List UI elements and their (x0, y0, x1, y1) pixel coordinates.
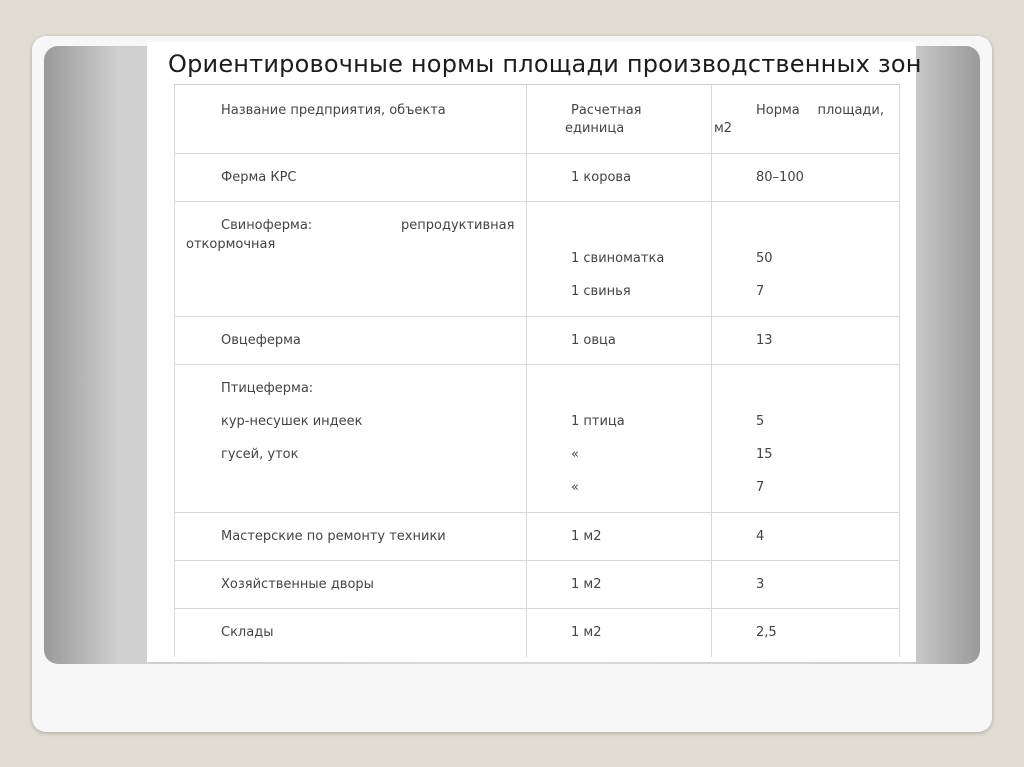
row-name: Птицеферма: кур-несушек индеек гусей, ут… (174, 365, 526, 512)
row-name-part-b: репродуктивная (401, 218, 515, 233)
row-unit: 1 свиноматка 1 свинья (526, 202, 711, 316)
table-row: Птицеферма: кур-несушек индеек гусей, ут… (174, 365, 900, 513)
row-norm-2: 7 (756, 284, 765, 299)
row-unit: 1 корова (526, 154, 711, 201)
table-row: Ферма КРС 1 корова 80–100 (174, 154, 900, 202)
row-name-part-a: Свиноферма: (221, 218, 313, 233)
row-norm: 50 7 (711, 202, 900, 316)
row-unit: 1 м2 (526, 513, 711, 560)
row-unit-2: 1 свинья (571, 284, 631, 299)
header-unit: Расчетная единица (526, 85, 711, 153)
norms-table: Название предприятия, объекта Расчетная … (174, 84, 900, 657)
row-name: Мастерские по ремонту техники (174, 513, 526, 560)
table-row: Овцеферма 1 овца 13 (174, 317, 900, 365)
row-norm: 80–100 (711, 154, 900, 201)
row-name: Овцеферма (174, 317, 526, 364)
table-row: Хозяйственные дворы 1 м2 3 (174, 561, 900, 609)
row-name: Хозяйственные дворы (174, 561, 526, 608)
row-name-2: кур-несушек индеек (221, 414, 363, 429)
row-norm: 3 (711, 561, 900, 608)
row-unit-2: « (571, 447, 579, 462)
row-name-1: Птицеферма: (221, 381, 314, 396)
header-norm-word1: Норма (756, 103, 800, 118)
row-norm: 4 (711, 513, 900, 560)
row-norm: 13 (711, 317, 900, 364)
row-unit: 1 овца (526, 317, 711, 364)
row-norm: 5 15 7 (711, 365, 900, 512)
header-unit-line1: Расчетная (571, 103, 642, 118)
row-norm-1: 5 (756, 414, 765, 429)
header-unit-line2: единица (565, 121, 625, 136)
header-norm-line2: м2 (714, 121, 733, 136)
table-row: Склады 1 м2 2,5 (174, 609, 900, 657)
page-title: Ориентировочные нормы площади производст… (168, 50, 922, 78)
row-norm-3: 7 (756, 480, 765, 495)
header-norm-word2: площади, (817, 103, 884, 118)
row-unit-1: 1 свиноматка (571, 251, 665, 266)
row-name-3: гусей, уток (221, 447, 299, 462)
row-name: Склады (174, 609, 526, 657)
table-row: Свиноферма: репродуктивная откормочная 1… (174, 202, 900, 317)
row-norm: 2,5 (711, 609, 900, 657)
header-name-text: Название предприятия, объекта (221, 103, 446, 118)
row-unit: 1 м2 (526, 561, 711, 608)
header-norm: Норма площади, м2 (711, 85, 900, 153)
row-name: Ферма КРС (174, 154, 526, 201)
row-unit: 1 м2 (526, 609, 711, 657)
header-name: Название предприятия, объекта (174, 85, 526, 153)
row-name: Свиноферма: репродуктивная откормочная (174, 202, 526, 316)
row-norm-1: 50 (756, 251, 773, 266)
row-unit-3: « (571, 480, 579, 495)
row-name-part-c: откормочная (186, 237, 276, 252)
row-unit-1: 1 птица (571, 414, 625, 429)
row-unit: 1 птица « « (526, 365, 711, 512)
row-norm-2: 15 (756, 447, 773, 462)
header-norm-line1: Норма площади, (756, 103, 884, 119)
table-row: Мастерские по ремонту техники 1 м2 4 (174, 513, 900, 561)
table-header-row: Название предприятия, объекта Расчетная … (174, 85, 900, 154)
